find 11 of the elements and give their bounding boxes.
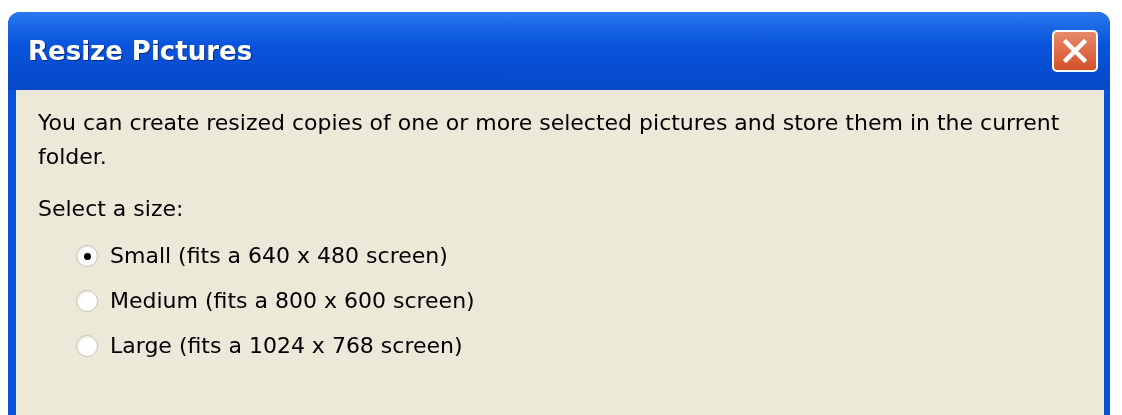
radio-button[interactable] — [76, 244, 98, 267]
radio-label[interactable]: Large (fits a 1024 x 768 screen) — [110, 333, 463, 358]
radio-button[interactable] — [76, 289, 98, 312]
radio-button[interactable] — [76, 334, 98, 357]
close-icon — [1060, 36, 1090, 66]
close-button[interactable] — [1052, 30, 1098, 72]
radio-label[interactable]: Medium (fits a 800 x 600 screen) — [110, 288, 475, 313]
size-label: Select a size: — [38, 196, 185, 221]
window-title: Resize Pictures — [28, 36, 253, 66]
description-text: You can create resized copies of one or more selected pictures and store them in the current folder. — [38, 109, 1061, 171]
radio-label[interactable]: Small (fits a 640 x 480 screen) — [110, 243, 448, 268]
